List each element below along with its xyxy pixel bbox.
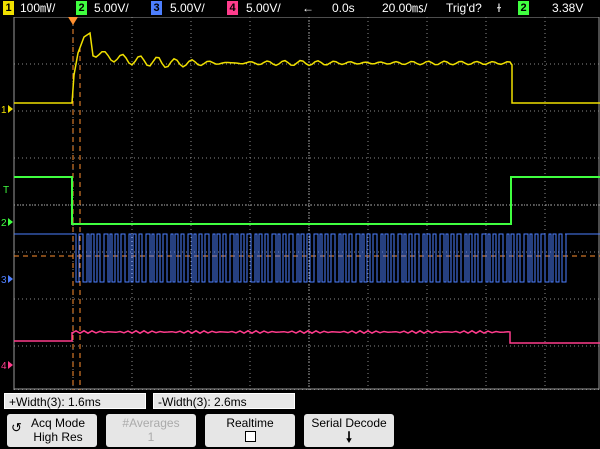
ch1-indicator[interactable]: 1 bbox=[3, 1, 14, 15]
ch4-indicator[interactable]: 4 bbox=[227, 1, 238, 15]
ch3-trace bbox=[14, 233, 600, 283]
ch4-ground-marker: 4 bbox=[1, 361, 7, 372]
ch2-trace bbox=[14, 176, 600, 225]
ch3-indicator[interactable]: 3 bbox=[151, 1, 162, 15]
ch3-marker-arrow bbox=[8, 275, 13, 283]
measurement-negative-width[interactable]: -Width(3): 2.6ms bbox=[153, 393, 295, 409]
ch2-indicator[interactable]: 2 bbox=[76, 1, 87, 15]
averages-label: #Averages bbox=[122, 416, 180, 430]
ch1-scale: 100㎷/ bbox=[20, 1, 56, 15]
realtime-checkbox[interactable] bbox=[244, 431, 256, 442]
waveform-display: 1 2 3 4 T bbox=[0, 17, 600, 390]
status-bar: 1 100㎷/ 2 5.00V/ 3 5.00V/ 4 5.00V/ ← 0.0… bbox=[0, 0, 600, 17]
realtime-checkbox-wrap bbox=[205, 431, 295, 445]
trigger-status: Trig'd? bbox=[446, 1, 482, 15]
ch2-marker-arrow bbox=[8, 218, 13, 226]
realtime-label: Realtime bbox=[226, 416, 274, 430]
ch4-marker-arrow bbox=[8, 361, 13, 369]
ch2-ground-marker: 2 bbox=[1, 218, 7, 229]
trigger-source[interactable]: 2 bbox=[518, 1, 529, 15]
trigger-position-marker bbox=[68, 17, 78, 25]
time-delay: 0.0s bbox=[332, 1, 355, 15]
trigger-slope-icon: ɫ bbox=[497, 1, 501, 15]
ch3-scale: 5.00V/ bbox=[170, 1, 205, 15]
softkey-bar: ↺ Acq Mode High Res #Averages 1 Realtime… bbox=[0, 411, 600, 449]
time-reference-arrow-icon: ← bbox=[302, 1, 314, 15]
measurement-bar: +Width(3): 1.6ms -Width(3): 2.6ms bbox=[0, 390, 600, 410]
serial-decode-softkey[interactable]: Serial Decode 🠗 bbox=[304, 414, 394, 447]
ch4-scale: 5.00V/ bbox=[246, 1, 281, 15]
averages-value: 1 bbox=[147, 430, 155, 444]
realtime-softkey[interactable]: Realtime bbox=[205, 414, 295, 447]
ch4-trace bbox=[14, 329, 600, 344]
waveform-graticule: 1 2 3 4 T bbox=[1, 17, 600, 390]
down-arrow-icon: 🠗 bbox=[345, 429, 352, 445]
trigger-level-marker: T bbox=[3, 185, 9, 196]
acq-mode-softkey[interactable]: ↺ Acq Mode High Res bbox=[7, 414, 97, 447]
averages-softkey[interactable]: #Averages 1 bbox=[106, 414, 196, 447]
acq-mode-value: High Res bbox=[33, 430, 83, 444]
ch1-trace bbox=[14, 31, 600, 104]
measurement-positive-width[interactable]: +Width(3): 1.6ms bbox=[4, 393, 146, 409]
trigger-level: 3.38V bbox=[552, 1, 584, 15]
waveform-traces bbox=[14, 17, 600, 390]
ch2-scale: 5.00V/ bbox=[94, 1, 129, 15]
channel-markers: 1 2 3 4 T bbox=[1, 105, 13, 372]
time-scale: 20.00㎳/ bbox=[382, 1, 428, 15]
ch1-ground-marker: 1 bbox=[1, 105, 7, 116]
ch1-marker-arrow bbox=[8, 105, 13, 113]
ch3-ground-marker: 3 bbox=[1, 275, 7, 286]
acq-mode-label: Acq Mode bbox=[30, 416, 86, 430]
